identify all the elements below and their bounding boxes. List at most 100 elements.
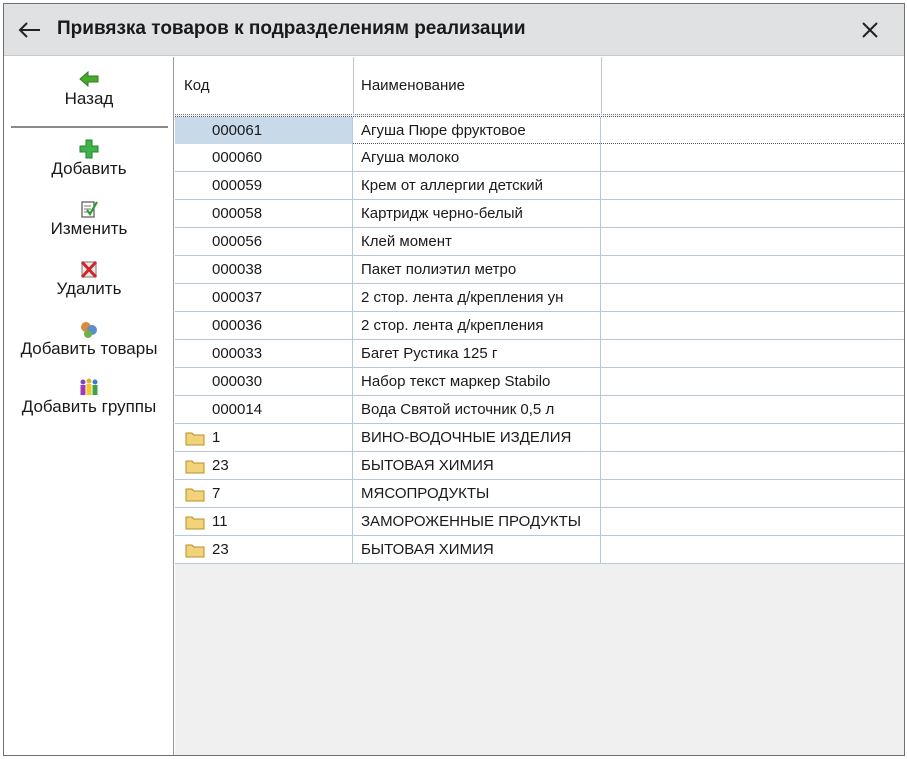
code-text: 1 [212,429,221,446]
name-cell[interactable]: БЫТОВАЯ ХИМИЯ [353,452,601,480]
name-cell[interactable]: ВИНО-ВОДОЧНЫЕ ИЗДЕЛИЯ [353,424,601,452]
add-groups-button-label: Добавить группы [21,397,157,416]
delete-red-x-icon [80,260,98,279]
folder-icon [185,460,205,474]
empty-cell [601,536,904,564]
group-row[interactable]: 7 МЯСОПРОДУКТЫ [175,480,904,508]
table-row[interactable]: 000061 Агуша Пюре фруктовое [175,116,904,145]
code-text: 000036 [212,317,263,334]
window-title: Привязка товаров к подразделениям реализ… [57,18,526,39]
empty-cell [601,452,904,480]
name-cell[interactable]: Агуша молоко [353,144,601,172]
back-button[interactable]: Назад [4,69,174,109]
group-row[interactable]: 23 БЫТОВАЯ ХИМИЯ [175,452,904,480]
table-row[interactable]: 000059 Крем от аллергии детский [175,172,904,200]
folder-icon [185,432,205,446]
table-row[interactable]: 000056 Клей момент [175,228,904,256]
name-cell[interactable]: Крем от аллергии детский [353,172,601,200]
title-bar: Привязка товаров к подразделениям реализ… [4,4,904,56]
code-text: 11 [212,513,228,530]
name-cell[interactable]: Вода Святой источник 0,5 л [353,396,601,424]
code-text: 000058 [212,205,263,222]
name-cell[interactable]: ЗАМОРОЖЕННЫЕ ПРОДУКТЫ [353,508,601,536]
add-groups-button[interactable]: Добавить группы [4,377,174,417]
name-cell[interactable]: Агуша Пюре фруктовое [353,117,601,145]
table-row[interactable]: 000036 2 стор. лента д/крепления [175,312,904,340]
folder-icon [185,488,205,502]
code-text: 000061 [212,122,263,139]
code-cell[interactable]: 000038 [175,256,353,284]
code-cell[interactable]: 000056 [175,228,353,256]
table-row[interactable]: 000058 Картридж черно-белый [175,200,904,228]
name-cell[interactable]: 2 стор. лента д/крепления ун [353,284,601,312]
code-cell[interactable]: 000036 [175,312,353,340]
code-cell[interactable]: 7 [175,480,353,508]
group-row[interactable]: 1 ВИНО-ВОДОЧНЫЕ ИЗДЕЛИЯ [175,424,904,452]
code-text: 7 [212,485,221,502]
add-goods-button[interactable]: Добавить товары [4,319,174,359]
code-cell[interactable]: 000033 [175,340,353,368]
folder-icon [185,516,205,530]
table-row[interactable]: 000014 Вода Святой источник 0,5 л [175,396,904,424]
code-text: 000037 [212,289,263,306]
table-row[interactable]: 000038 Пакет полиэтил метро [175,256,904,284]
empty-cell [601,480,904,508]
edit-button-label: Изменить [50,219,128,238]
empty-cell [601,424,904,452]
code-cell[interactable]: 000060 [175,144,353,172]
name-cell[interactable]: Клей момент [353,228,601,256]
name-cell[interactable]: Набор текст маркер Stabilo [353,368,601,396]
edit-note-icon [81,201,98,218]
add-groups-icon [80,378,98,395]
empty-cell [601,312,904,340]
code-cell[interactable]: 11 [175,508,353,536]
empty-cell [601,117,904,145]
code-cell[interactable]: 23 [175,536,353,564]
table-row[interactable]: 000037 2 стор. лента д/крепления ун [175,284,904,312]
code-text: 000033 [212,345,263,362]
back-button-label: Назад [64,89,114,108]
code-text: 000014 [212,401,263,418]
code-cell[interactable]: 1 [175,424,353,452]
code-cell[interactable]: 000061 [175,117,353,145]
grid-header: Код Наименование [175,57,904,115]
empty-cell [601,144,904,172]
green-plus-icon [79,139,99,159]
empty-cell [601,284,904,312]
group-row[interactable]: 23 БЫТОВАЯ ХИМИЯ [175,536,904,564]
sidebar-divider [11,126,168,128]
empty-cell [601,172,904,200]
green-arrow-left-icon [79,70,99,88]
code-cell[interactable]: 000014 [175,396,353,424]
delete-button[interactable]: Удалить [4,259,174,299]
back-arrow-icon[interactable] [16,16,44,44]
name-cell[interactable]: 2 стор. лента д/крепления [353,312,601,340]
name-cell[interactable]: МЯСОПРОДУКТЫ [353,480,601,508]
add-button[interactable]: Добавить [4,139,174,179]
code-cell[interactable]: 000059 [175,172,353,200]
close-icon[interactable] [858,18,882,42]
dialog-window: Привязка товаров к подразделениям реализ… [3,3,905,756]
name-cell[interactable]: Багет Рустика 125 г [353,340,601,368]
table-row[interactable]: 000060 Агуша молоко [175,144,904,172]
empty-cell [601,200,904,228]
table-row[interactable]: 000033 Багет Рустика 125 г [175,340,904,368]
empty-cell [601,368,904,396]
code-cell[interactable]: 000030 [175,368,353,396]
code-cell[interactable]: 000037 [175,284,353,312]
delete-button-label: Удалить [56,279,122,298]
column-header-code[interactable]: Код [175,57,353,115]
empty-cell [601,228,904,256]
table-row[interactable]: 000030 Набор текст маркер Stabilo [175,368,904,396]
column-header-empty [601,57,904,115]
edit-button[interactable]: Изменить [4,199,174,239]
name-cell[interactable]: БЫТОВАЯ ХИМИЯ [353,536,601,564]
add-goods-icon [81,322,97,338]
group-row[interactable]: 11 ЗАМОРОЖЕННЫЕ ПРОДУКТЫ [175,508,904,536]
code-cell[interactable]: 23 [175,452,353,480]
name-cell[interactable]: Картридж черно-белый [353,200,601,228]
column-header-name[interactable]: Наименование [353,57,601,115]
code-text: 000056 [212,233,263,250]
code-cell[interactable]: 000058 [175,200,353,228]
name-cell[interactable]: Пакет полиэтил метро [353,256,601,284]
